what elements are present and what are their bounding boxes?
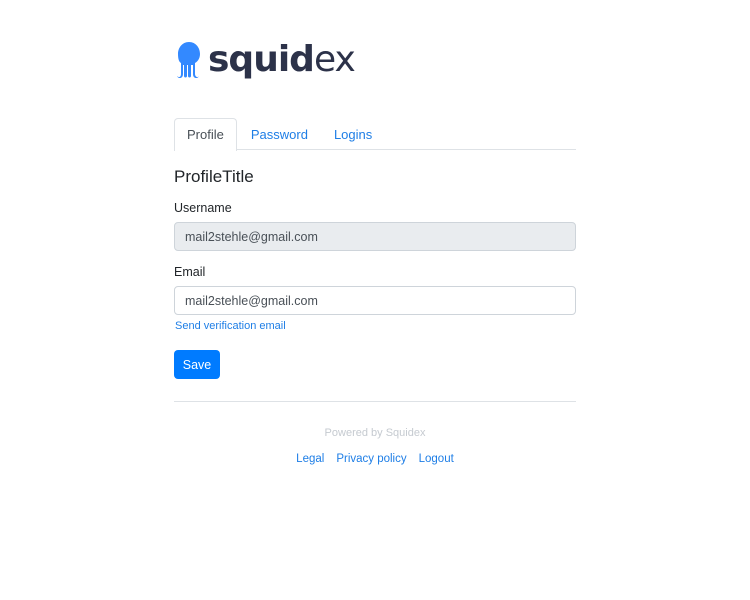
footer-divider xyxy=(174,401,576,402)
save-button[interactable]: Save xyxy=(174,350,220,379)
powered-by-text: Powered by Squidex xyxy=(324,427,426,439)
profile-tabs: Profile Password Logins xyxy=(174,118,576,151)
page-title: ProfileTitle xyxy=(174,167,254,186)
username-field[interactable] xyxy=(174,222,576,251)
email-field[interactable] xyxy=(174,286,576,315)
logout-link[interactable]: Logout xyxy=(419,453,454,465)
squidex-logo: squidex xyxy=(176,39,356,80)
tab-password[interactable]: Password xyxy=(237,118,321,150)
email-label: Email xyxy=(174,265,206,279)
privacy-policy-link[interactable]: Privacy policy xyxy=(336,453,406,465)
squid-icon xyxy=(177,42,200,79)
tab-profile[interactable]: Profile xyxy=(174,118,237,151)
tab-logins[interactable]: Logins xyxy=(321,118,385,150)
legal-link[interactable]: Legal xyxy=(296,453,324,465)
footer-links: Legal Privacy policy Logout xyxy=(0,453,750,465)
send-verification-email-link[interactable]: Send verification email xyxy=(175,320,286,332)
logo-wordmark: squidex xyxy=(208,39,356,80)
username-label: Username xyxy=(174,201,232,215)
